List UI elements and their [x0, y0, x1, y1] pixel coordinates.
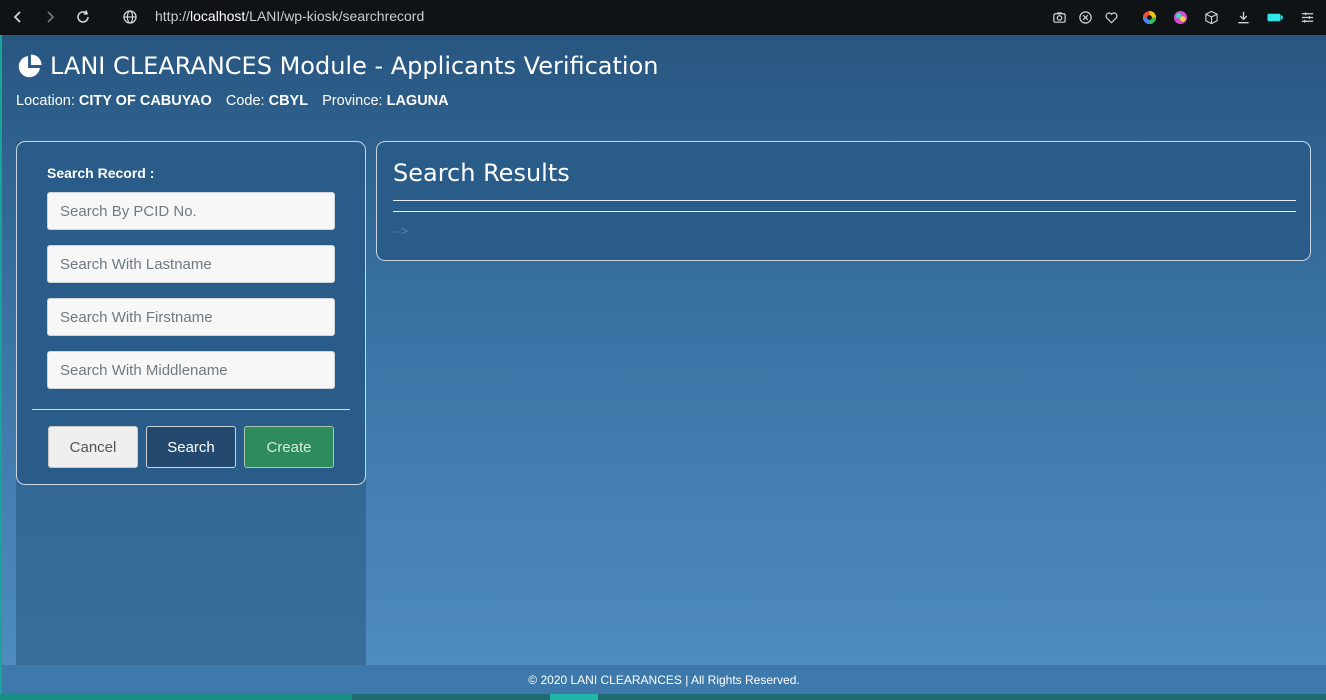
- back-icon[interactable]: [6, 5, 30, 29]
- battery-icon[interactable]: [1266, 9, 1284, 25]
- search-record-label: Search Record :: [47, 165, 155, 181]
- taskbar-active-indicator: [550, 694, 598, 700]
- results-divider-top: [393, 200, 1296, 201]
- camera-icon[interactable]: [1051, 9, 1067, 25]
- browser-toolbar: http://localhost/LANI/wp-kiosk/searchrec…: [0, 0, 1326, 35]
- globe-icon[interactable]: [118, 5, 142, 29]
- middlename-search-input[interactable]: [47, 351, 335, 389]
- color-wheel-icon[interactable]: [1141, 9, 1157, 25]
- location-label: Location:: [16, 93, 75, 109]
- reload-icon[interactable]: [71, 5, 95, 29]
- taskbar-strip: [0, 694, 1326, 700]
- results-divider-bottom: [393, 211, 1296, 212]
- search-panel: Search Record : Cancel Search Create: [16, 141, 366, 485]
- create-button[interactable]: Create: [244, 426, 334, 468]
- province-value: LAGUNA: [386, 93, 449, 109]
- taskbar-segment: [0, 694, 352, 700]
- panel-divider: [32, 409, 350, 410]
- firstname-search-input[interactable]: [47, 298, 335, 336]
- box-icon[interactable]: [1203, 9, 1219, 25]
- url-scheme: http://: [155, 8, 191, 24]
- code-label: Code:: [225, 93, 265, 109]
- shield-icon[interactable]: [1077, 9, 1093, 25]
- url-host: localhost: [190, 8, 246, 24]
- copyright-text: © 2020 LANI CLEARANCES | All Rights Rese…: [528, 672, 800, 687]
- page-title-text: LANI CLEARANCES Module - Applicants Veri…: [50, 52, 659, 80]
- pie-chart-icon: [18, 53, 42, 77]
- location-info: Location: CITY OF CABUYAO Code: CBYL Pro…: [16, 93, 449, 109]
- search-button[interactable]: Search: [146, 426, 236, 468]
- search-results-title: Search Results: [393, 159, 570, 187]
- url-path: /LANI/wp-kiosk/searchrecord: [245, 8, 425, 24]
- palette-icon[interactable]: [1172, 9, 1188, 25]
- pcid-search-input[interactable]: [47, 192, 335, 230]
- menu-icon[interactable]: [1299, 9, 1315, 25]
- page: LANI CLEARANCES Module - Applicants Veri…: [2, 35, 1326, 694]
- address-bar[interactable]: http://localhost/LANI/wp-kiosk/searchrec…: [155, 8, 424, 24]
- results-marker: -->: [393, 224, 408, 238]
- forward-icon[interactable]: [38, 5, 62, 29]
- page-footer: © 2020 LANI CLEARANCES | All Rights Rese…: [2, 665, 1326, 694]
- heart-icon[interactable]: [1103, 9, 1119, 25]
- page-title: LANI CLEARANCES Module - Applicants Veri…: [16, 52, 658, 80]
- location-value: CITY OF CABUYAO: [78, 93, 212, 109]
- cancel-button[interactable]: Cancel: [48, 426, 138, 468]
- code-value: CBYL: [268, 93, 309, 109]
- search-results-panel: Search Results -->: [376, 141, 1311, 261]
- province-label: Province:: [322, 93, 383, 109]
- lastname-search-input[interactable]: [47, 245, 335, 283]
- download-icon[interactable]: [1235, 9, 1251, 25]
